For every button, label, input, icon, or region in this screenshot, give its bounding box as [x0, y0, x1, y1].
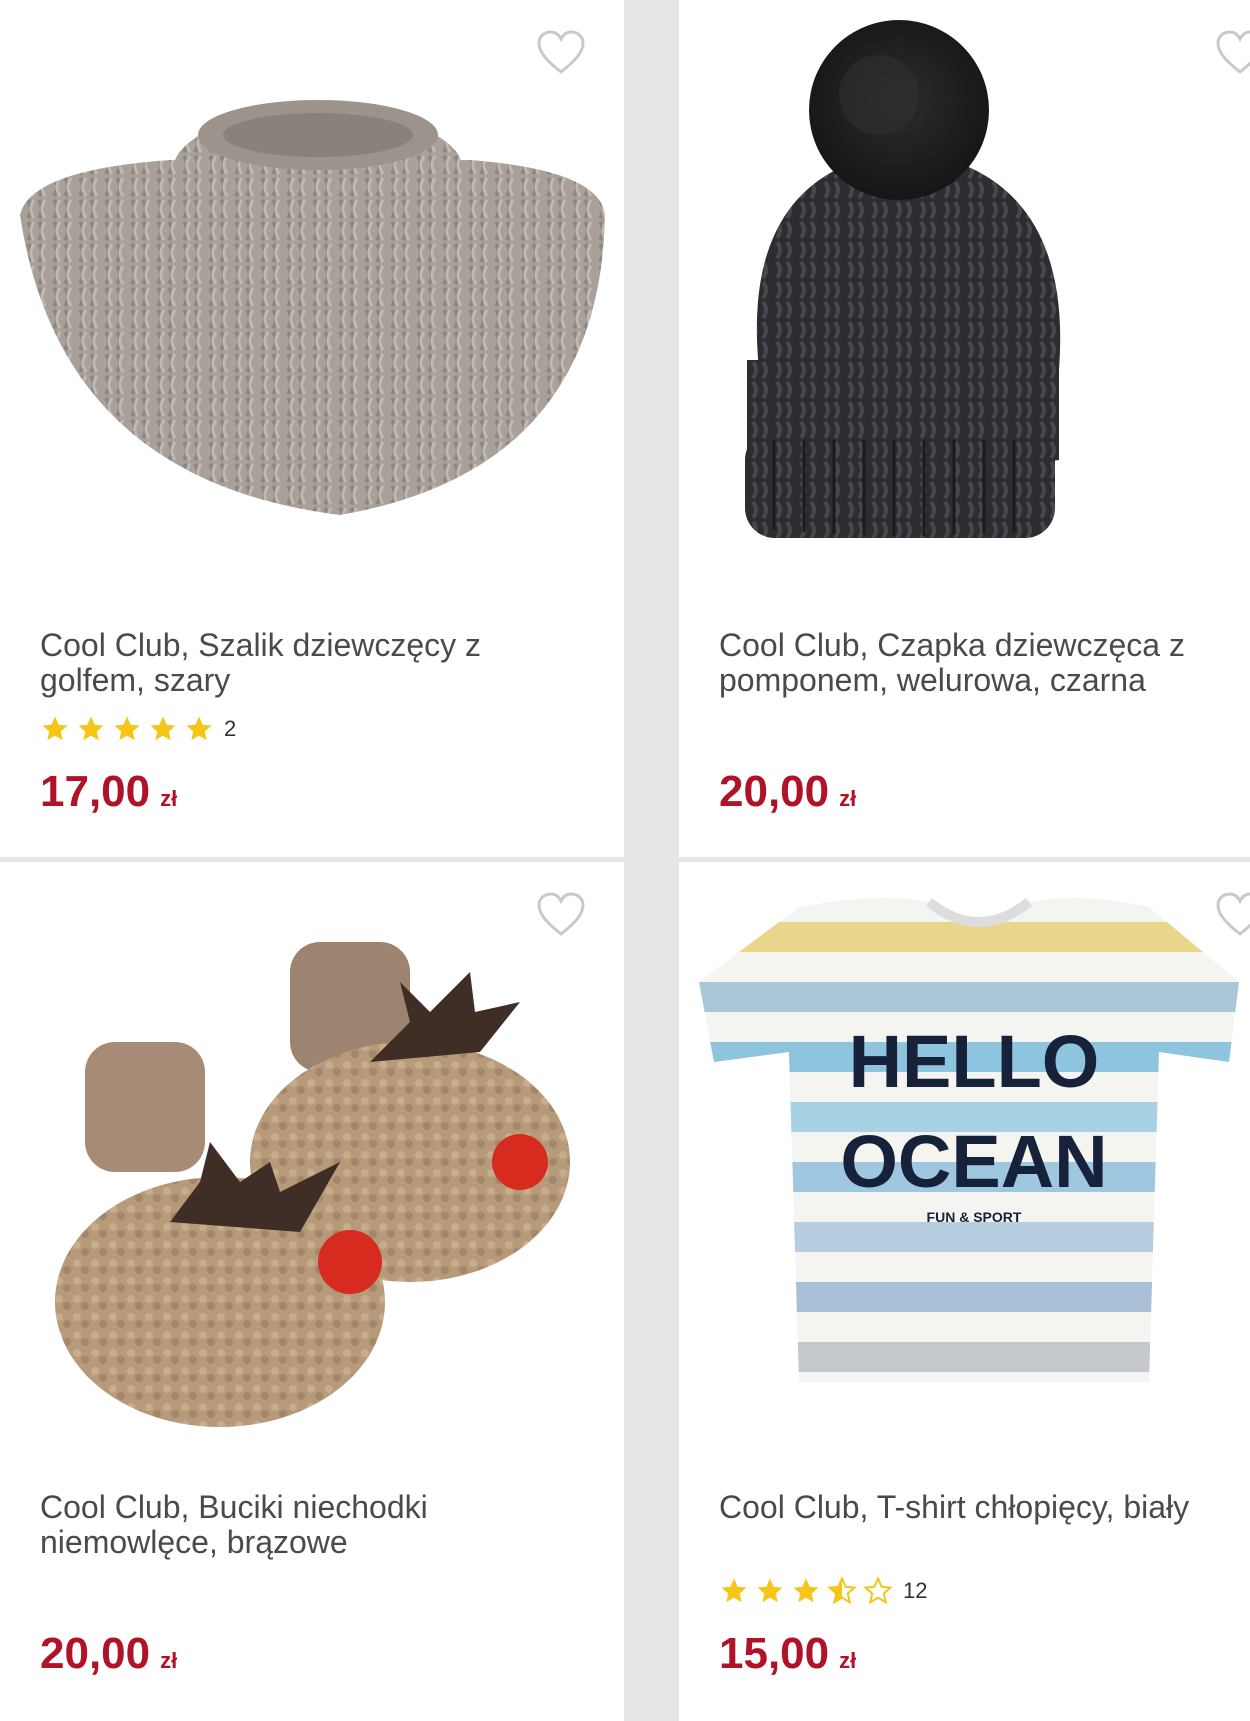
price-value: 20,00: [40, 1629, 151, 1678]
star-full-icon: [721, 1578, 747, 1603]
product-rating: 2: [40, 712, 236, 746]
product-title[interactable]: Cool Club, T-shirt chłopięcy, biały: [719, 1490, 1239, 1525]
product-price: 20,00 zł: [719, 767, 856, 817]
star-full-icon: [757, 1578, 783, 1603]
favorite-heart-icon[interactable]: [536, 30, 586, 76]
star-empty-icon: [863, 1576, 893, 1605]
product-title[interactable]: Cool Club, Czapka dziewczęca z pomponem,…: [719, 628, 1239, 698]
shirt-print-ocean: OCEAN: [840, 1120, 1107, 1203]
favorite-heart-icon[interactable]: [536, 892, 586, 938]
product-grid: Cool Club, Szalik dziewczęcy z golfem, s…: [0, 0, 1250, 1721]
knit-neck-warmer-image[interactable]: [0, 0, 624, 600]
star-half-icon: [827, 1576, 857, 1605]
favorite-heart-icon[interactable]: [1215, 892, 1250, 938]
shirt-print-hello: HELLO: [849, 1020, 1100, 1103]
product-title[interactable]: Cool Club, Buciki niechodki niemowlęce, …: [40, 1490, 560, 1560]
product-price: 20,00 zł: [40, 1629, 177, 1679]
star-full-icon: [78, 716, 104, 741]
product-card[interactable]: Cool Club, Szalik dziewczęcy z golfem, s…: [0, 0, 624, 857]
star-full-icon: [150, 716, 176, 741]
price-value: 17,00: [40, 767, 151, 816]
rating-count: 2: [224, 716, 237, 741]
shirt-print-fun-sport: FUN & SPORT: [927, 1209, 1022, 1225]
product-card[interactable]: Cool Club, Buciki niechodki niemowlęce, …: [0, 862, 624, 1721]
star-full-icon: [186, 716, 212, 741]
currency: zł: [160, 1648, 178, 1673]
product-price: 17,00 zł: [40, 767, 177, 817]
reindeer-booties-image[interactable]: [0, 862, 624, 1462]
favorite-heart-icon[interactable]: [1215, 30, 1250, 76]
currency: zł: [839, 1648, 857, 1673]
price-value: 20,00: [719, 767, 830, 816]
product-price: 15,00 zł: [719, 1629, 856, 1679]
pompom-hat-image[interactable]: [679, 0, 1250, 600]
currency: zł: [839, 786, 857, 811]
star-full-icon: [114, 716, 140, 741]
product-card[interactable]: Cool Club, Czapka dziewczęca z pomponem,…: [679, 0, 1250, 857]
price-value: 15,00: [719, 1629, 830, 1678]
currency: zł: [160, 786, 178, 811]
rating-count: 12: [903, 1578, 928, 1603]
star-full-icon: [793, 1578, 819, 1603]
striped-tshirt-image[interactable]: HELLO OCEAN FUN & SPORT: [679, 862, 1250, 1462]
product-title[interactable]: Cool Club, Szalik dziewczęcy z golfem, s…: [40, 628, 560, 698]
product-card[interactable]: HELLO OCEAN FUN & SPORT Cool Club, T-shi…: [679, 862, 1250, 1721]
product-rating: 12: [719, 1574, 927, 1608]
star-full-icon: [42, 716, 68, 741]
